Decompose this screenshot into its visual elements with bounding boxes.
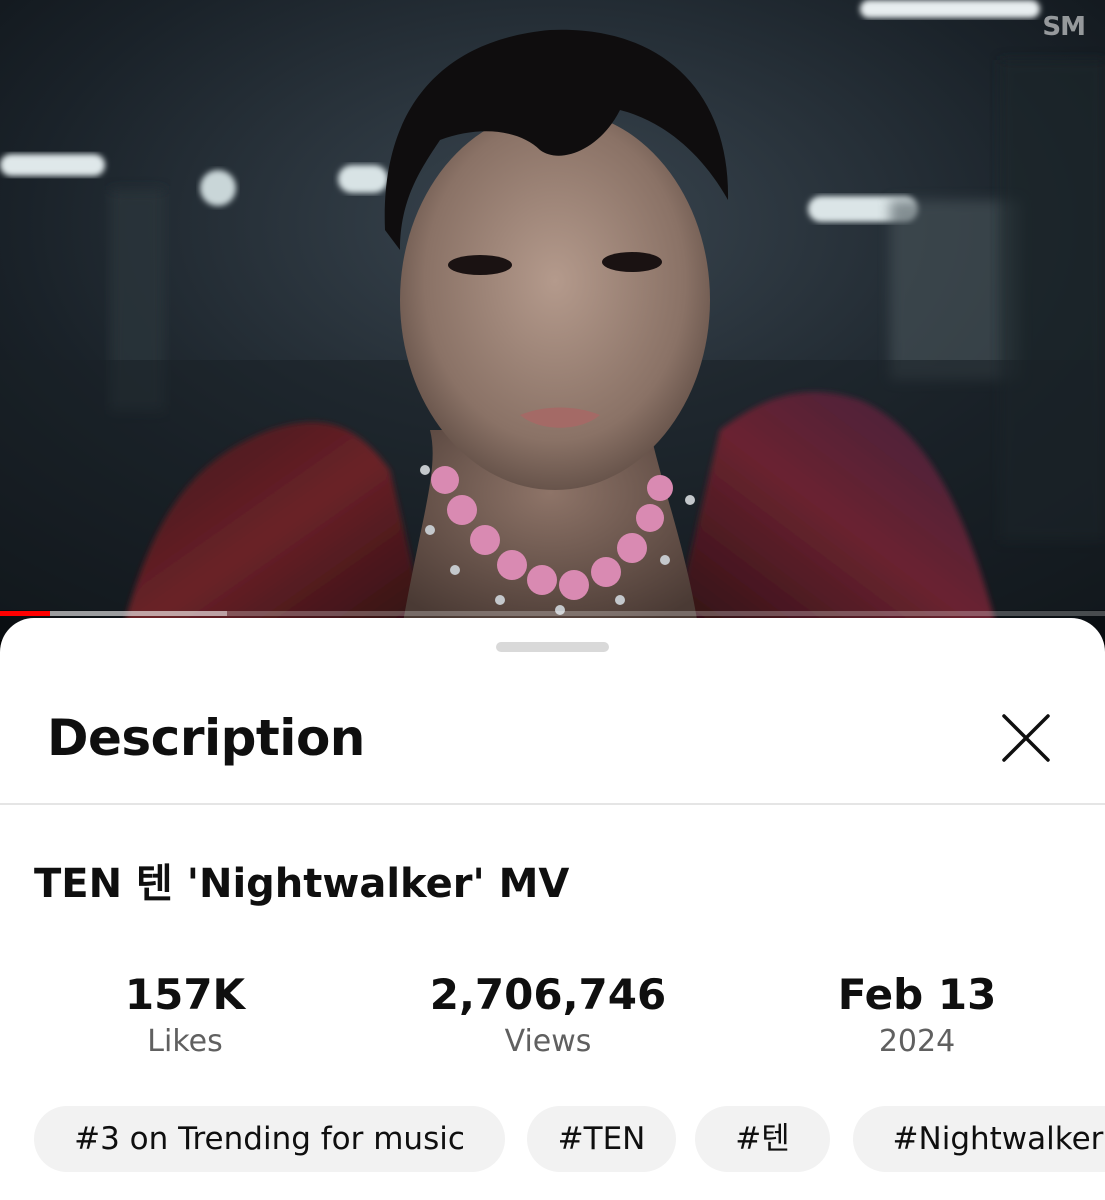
progress-played xyxy=(0,611,50,616)
watermark-logo: SM xyxy=(1042,12,1086,42)
progress-bar[interactable] xyxy=(0,611,1105,616)
chip-trending[interactable]: #3 on Trending for music xyxy=(34,1106,505,1172)
chip-ten-korean[interactable]: #텐 xyxy=(695,1106,830,1172)
stat-views: 2,706,746 Views xyxy=(398,970,698,1062)
chip-nightwalker[interactable]: #Nightwalker xyxy=(853,1106,1105,1172)
divider xyxy=(0,803,1105,805)
likes-label: Likes xyxy=(147,1024,223,1059)
chip-ten[interactable]: #TEN xyxy=(527,1106,676,1172)
stat-date: Feb 13 2024 xyxy=(767,970,1067,1062)
sheet-title: Description xyxy=(47,709,365,767)
stat-likes: 157K Likes xyxy=(35,970,335,1062)
close-icon xyxy=(1002,714,1050,762)
drag-handle[interactable] xyxy=(496,642,609,652)
publish-date: Feb 13 xyxy=(837,970,997,1019)
video-player[interactable]: SM xyxy=(0,0,1105,640)
views-label: Views xyxy=(504,1024,592,1059)
video-frame xyxy=(0,0,1105,640)
views-count: 2,706,746 xyxy=(429,970,667,1019)
likes-count: 157K xyxy=(124,970,246,1019)
video-title: TEN 텐 'Nightwalker' MV xyxy=(34,861,570,907)
description-sheet: Description TEN 텐 'Nightwalker' MV 157K … xyxy=(0,618,1105,1200)
publish-year: 2024 xyxy=(878,1024,956,1059)
close-button[interactable] xyxy=(996,708,1056,768)
